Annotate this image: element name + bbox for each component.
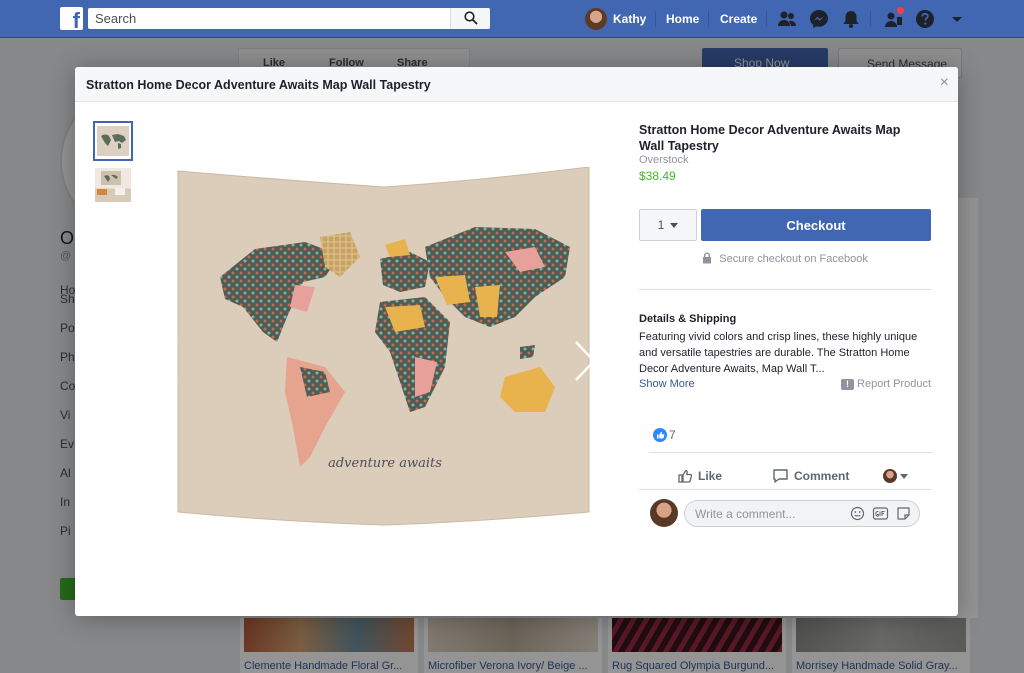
thumbnail-2[interactable] [93,165,133,205]
product-seller[interactable]: Overstock [639,154,689,166]
comment-icon [773,469,788,483]
nav-create-link[interactable]: Create [720,12,757,26]
top-navigation-bar: f Kathy Home Create [0,0,1024,38]
show-more-link[interactable]: Show More [639,378,695,390]
thumbnail-image [95,168,131,202]
room-thumbnail-icon [97,171,125,195]
comment-box [684,500,920,527]
nav-home-link[interactable]: Home [666,12,699,26]
divider [639,289,931,290]
report-product-link[interactable]: ! Report Product [841,378,931,390]
chevron-right-icon[interactable] [572,339,598,383]
report-icon: ! [841,378,855,390]
product-modal: Stratton Home Decor Adventure Awaits Map… [75,67,958,616]
help-icon[interactable] [914,8,936,30]
search-button[interactable] [450,8,490,29]
reaction-bar: Like Comment [639,460,931,492]
like-button[interactable]: Like [677,460,722,492]
facebook-logo-icon[interactable]: f [60,7,83,32]
search-box [88,8,490,29]
nav-divider [655,11,656,27]
divider [649,452,933,453]
search-icon [464,11,478,25]
messenger-icon[interactable] [808,8,830,30]
like-count: 7 [669,428,676,442]
product-image: adventure awaits [177,167,590,526]
comment-label: Comment [794,469,850,483]
details-heading: Details & Shipping [639,313,737,325]
modal-header: Stratton Home Decor Adventure Awaits Map… [75,67,958,102]
modal-title: Stratton Home Decor Adventure Awaits Map… [86,78,431,92]
gif-icon[interactable] [872,506,889,521]
caret-down-icon [900,473,908,479]
secure-checkout-note: Secure checkout on Facebook [639,252,931,265]
nav-divider [870,11,871,27]
like-summary[interactable]: 7 [653,428,676,442]
thumbnail-image [97,126,129,156]
friends-icon[interactable] [776,8,798,30]
thumbs-up-icon [678,469,693,483]
caret-down-icon[interactable] [946,8,968,30]
like-reaction-icon [653,428,667,442]
report-product-label: Report Product [857,378,931,390]
close-icon[interactable]: × [940,75,949,91]
avatar [585,8,607,30]
emoji-icon[interactable] [850,506,865,521]
comment-composer [650,499,920,529]
caret-down-icon [670,222,679,228]
comment-tools [850,506,911,521]
friend-requests-button[interactable] [882,6,905,30]
divider [639,489,931,490]
details-description: Featuring vivid colors and crisp lines, … [639,331,918,375]
comment-input[interactable] [685,501,835,526]
comment-button[interactable]: Comment [772,460,849,492]
nav-divider [766,11,767,27]
avatar [883,469,897,483]
map-thumbnail-icon [101,134,126,149]
product-price: $38.49 [639,169,676,183]
product-title: Stratton Home Decor Adventure Awaits Map… [639,123,901,153]
notification-dot [896,6,905,15]
quantity-value: 1 [657,218,665,232]
lock-icon [703,252,712,264]
profile-link[interactable]: Kathy [585,8,646,30]
tapestry-caption: adventure awaits [328,456,442,471]
chevron-left-icon[interactable] [155,339,181,383]
avatar[interactable] [650,499,678,527]
like-label: Like [698,469,723,483]
checkout-button[interactable]: Checkout [701,209,931,241]
quantity-select[interactable]: 1 [639,209,697,241]
search-input[interactable] [88,8,448,29]
thumbnail-1[interactable] [93,121,133,161]
post-as-selector[interactable] [883,469,908,483]
bell-icon[interactable] [840,8,862,30]
user-name: Kathy [613,12,647,26]
secure-checkout-text: Secure checkout on Facebook [719,253,868,265]
sticker-icon[interactable] [896,506,911,521]
nav-divider [708,11,709,27]
